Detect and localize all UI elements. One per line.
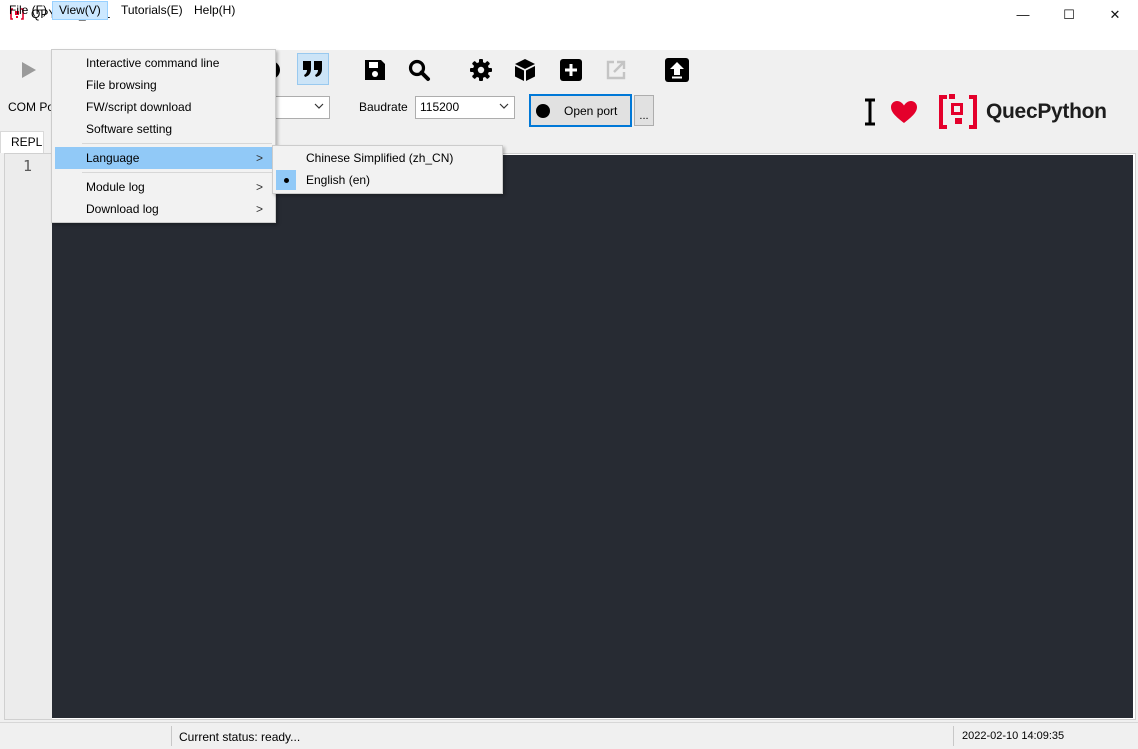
chevron-right-icon: > xyxy=(255,151,263,165)
open-port-label: Open port xyxy=(564,103,618,118)
status-text: Current status: ready... xyxy=(179,730,301,744)
status-separator xyxy=(953,726,954,746)
line-number-gutter xyxy=(5,154,52,719)
menu-bar xyxy=(0,29,1138,50)
minimize-icon: — xyxy=(1016,7,1030,22)
line-number: 1 xyxy=(23,157,33,175)
baudrate-select[interactable]: 115200 xyxy=(415,96,515,119)
menu-item-label: English (en) xyxy=(306,173,371,187)
upload-icon[interactable] xyxy=(661,54,693,86)
chevron-right-icon: > xyxy=(255,180,263,194)
menu-item-label: Chinese Simplified (zh_CN) xyxy=(306,151,454,165)
menu-item-file-browsing[interactable]: File browsing xyxy=(55,74,272,96)
status-separator xyxy=(171,726,172,746)
menu-item-label: File browsing xyxy=(86,78,157,92)
tab-repl[interactable]: REPL xyxy=(0,131,44,153)
quecpython-logo-icon xyxy=(939,94,977,129)
menu-item-chinese-simplified[interactable]: Chinese Simplified (zh_CN) xyxy=(274,147,501,169)
close-button[interactable]: ✕ xyxy=(1092,0,1138,29)
menu-item-label: Interactive command line xyxy=(86,56,220,70)
baudrate-value: 115200 xyxy=(420,100,460,114)
menu-item-download-log[interactable]: Download log > xyxy=(55,198,272,220)
text-cursor-icon xyxy=(865,98,875,126)
menu-item-label: Software setting xyxy=(86,122,173,136)
menu-item-fw-script-download[interactable]: FW/script download xyxy=(55,96,272,118)
more-options-button[interactable]: ... xyxy=(634,95,654,126)
menu-item-language[interactable]: Language > xyxy=(55,147,272,169)
menu-separator xyxy=(82,172,272,173)
minimize-button[interactable]: — xyxy=(1000,0,1046,29)
menu-separator xyxy=(82,143,272,144)
maximize-button[interactable]: ☐ xyxy=(1046,0,1092,29)
gear-icon[interactable] xyxy=(465,54,497,86)
view-menu: Interactive command line File browsing F… xyxy=(51,49,276,223)
menu-item-label: FW/script download xyxy=(86,100,192,114)
language-submenu: Chinese Simplified (zh_CN) English (en) xyxy=(272,145,503,194)
com-port-select[interactable] xyxy=(270,96,330,119)
menu-tutorials[interactable]: Tutorials(E) xyxy=(115,1,189,20)
open-port-button[interactable]: Open port xyxy=(529,94,632,127)
menu-item-label: Download log xyxy=(86,202,159,216)
menu-item-english[interactable]: English (en) xyxy=(274,169,501,191)
chevron-right-icon: > xyxy=(255,202,263,216)
maximize-icon: ☐ xyxy=(1063,6,1075,22)
repl-editor[interactable] xyxy=(52,155,1133,718)
add-icon[interactable] xyxy=(555,54,587,86)
close-icon: ✕ xyxy=(1109,6,1121,22)
play-icon[interactable] xyxy=(12,54,44,86)
radio-checked-icon xyxy=(276,170,296,190)
menu-item-software-setting[interactable]: Software setting xyxy=(55,118,272,140)
menu-view[interactable]: View(V) xyxy=(52,1,108,20)
menu-file[interactable]: File (F) xyxy=(3,1,53,20)
menu-help[interactable]: Help(H) xyxy=(188,1,241,20)
chevron-down-icon xyxy=(314,103,324,109)
status-timestamp: 2022-02-10 14:09:35 xyxy=(962,730,1065,742)
menu-item-label: Module log xyxy=(86,180,145,194)
port-status-icon xyxy=(536,103,550,118)
package-icon[interactable] xyxy=(509,54,541,86)
quecpython-logo-text: QuecPython xyxy=(986,100,1107,123)
export-icon xyxy=(600,54,632,86)
menu-item-interactive-command-line[interactable]: Interactive command line xyxy=(55,52,272,74)
baudrate-label: Baudrate xyxy=(359,100,408,114)
com-port-label: COM Po xyxy=(8,100,55,114)
save-icon[interactable] xyxy=(359,54,391,86)
quote-icon[interactable] xyxy=(297,53,329,85)
menu-item-label: Language xyxy=(86,151,140,165)
heart-icon xyxy=(891,101,917,123)
search-icon[interactable] xyxy=(403,54,435,86)
chevron-down-icon xyxy=(499,103,509,109)
menu-item-module-log[interactable]: Module log > xyxy=(55,176,272,198)
